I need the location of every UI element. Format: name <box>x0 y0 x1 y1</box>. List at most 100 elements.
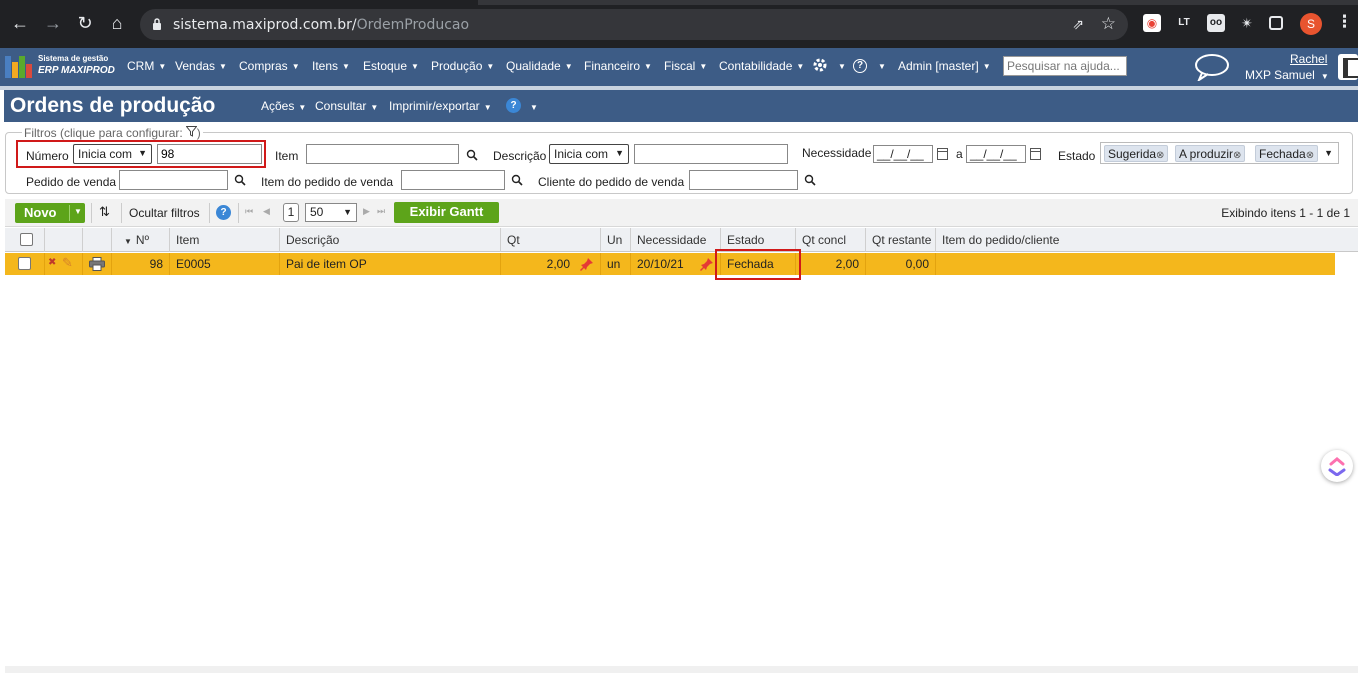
help-dropdown[interactable]: ▼ <box>526 99 538 113</box>
chevron-down-icon[interactable]: ▼ <box>1324 148 1333 158</box>
menu-acoes[interactable]: Ações ▼ <box>261 99 306 113</box>
refresh-icon[interactable]: ⇅ <box>99 204 110 220</box>
delete-icon[interactable]: ✖ <box>48 257 56 268</box>
column-header-descricao[interactable]: Descrição <box>280 228 501 252</box>
remove-chip-icon[interactable]: ⊗ <box>1233 150 1241 161</box>
row-checkbox[interactable] <box>18 257 31 270</box>
help-icon[interactable]: ? <box>853 59 867 73</box>
logo[interactable] <box>5 56 35 78</box>
profile-avatar[interactable]: S <box>1300 13 1322 35</box>
menu-financeiro[interactable]: Financeiro ▼ <box>584 59 652 73</box>
estado-chip[interactable]: Sugerida⊗ <box>1104 145 1169 162</box>
extension-icon[interactable]: ◉ <box>1143 14 1161 32</box>
descricao-input[interactable] <box>634 144 788 164</box>
novo-button[interactable]: Novo ▼ <box>15 203 85 223</box>
menu-contabilidade[interactable]: Contabilidade ▼ <box>719 59 804 73</box>
printer-icon[interactable] <box>89 257 105 271</box>
caret-down-icon[interactable]: ▼ <box>74 207 82 216</box>
puzzle-icon[interactable]: ✴ <box>1238 14 1256 32</box>
remove-chip-icon[interactable]: ⊗ <box>1306 150 1314 161</box>
gear-icon[interactable] <box>812 57 828 73</box>
chat-icon[interactable] <box>1194 53 1230 81</box>
column-header-item[interactable]: Item <box>170 228 280 252</box>
search-icon[interactable] <box>466 149 478 161</box>
menu-fiscal[interactable]: Fiscal ▼ <box>664 59 707 73</box>
next-page-icon[interactable]: ▶ <box>363 206 370 217</box>
chevron-down-icon: ▼ <box>615 148 624 158</box>
estado-chip[interactable]: Fechada⊗ <box>1255 145 1319 162</box>
menu-itens[interactable]: Itens ▼ <box>312 59 350 73</box>
extension-icon[interactable]: oo <box>1207 14 1225 32</box>
menu-crm[interactable]: CRM ▼ <box>127 59 166 73</box>
column-header-necessidade[interactable]: Necessidade <box>631 228 721 252</box>
estado-multiselect[interactable]: Sugerida⊗ A produzir⊗ Fechada⊗ ▼ <box>1100 142 1339 164</box>
languagetool-icon[interactable]: LT <box>1175 14 1193 32</box>
item-input[interactable] <box>306 144 459 164</box>
horizontal-scrollbar[interactable] <box>5 666 1358 673</box>
menu-estoque[interactable]: Estoque ▼ <box>363 59 419 73</box>
menu-consultar[interactable]: Consultar ▼ <box>315 99 378 113</box>
last-page-icon[interactable]: ⏭ <box>377 206 385 217</box>
pin-icon[interactable] <box>700 257 714 271</box>
address-bar[interactable]: sistema.maxiprod.com.br/OrdemProducao ⇗ … <box>140 9 1128 40</box>
menu-producao[interactable]: Produção ▼ <box>431 59 494 73</box>
numero-input[interactable] <box>157 144 262 164</box>
select-all-checkbox[interactable] <box>20 233 33 246</box>
necessidade-from-input[interactable]: __/__/__ <box>873 145 933 163</box>
calendar-icon[interactable] <box>937 148 948 160</box>
chip-label: A produzir <box>1179 147 1234 161</box>
pedido-input[interactable] <box>119 170 228 190</box>
numero-operator-select[interactable]: Inicia com ▼ <box>73 144 152 164</box>
item-pedido-input[interactable] <box>401 170 505 190</box>
user-name-link[interactable]: Rachel <box>1290 52 1327 66</box>
page-number-input[interactable]: 1 <box>283 203 299 222</box>
page-icon[interactable] <box>1338 54 1358 80</box>
column-header-qt-restante[interactable]: Qt restante <box>866 228 936 252</box>
active-tab[interactable] <box>478 0 1358 5</box>
page-size-select[interactable]: 50 ▼ <box>305 203 357 222</box>
search-icon[interactable] <box>804 174 816 186</box>
cliente-input[interactable] <box>689 170 798 190</box>
table-row[interactable]: ✖ ✎ 98 E0005 Pai de item OP 2,00 un 20/1… <box>5 253 1335 275</box>
column-header-qt-concl[interactable]: Qt concl <box>796 228 866 252</box>
column-header-numero[interactable]: ▼ Nº <box>112 228 170 252</box>
help-dropdown[interactable]: ▼ <box>874 59 886 73</box>
help-search-input[interactable]: Pesquisar na ajuda... <box>1003 56 1127 76</box>
floating-assistant-button[interactable] <box>1321 450 1353 482</box>
bookmark-star-icon[interactable]: ☆ <box>1101 14 1116 34</box>
ocultar-filtros-button[interactable]: Ocultar filtros <box>129 206 200 220</box>
back-icon[interactable]: ← <box>9 12 31 34</box>
edit-pencil-icon[interactable]: ✎ <box>62 255 73 271</box>
first-page-icon[interactable]: ⏮ <box>245 206 253 217</box>
pin-icon[interactable] <box>580 257 594 271</box>
necessidade-to-input[interactable]: __/__/__ <box>966 145 1026 163</box>
search-icon[interactable] <box>511 174 523 186</box>
calendar-icon[interactable] <box>1030 148 1041 160</box>
admin-menu[interactable]: Admin [master] ▼ <box>898 59 991 73</box>
prev-page-icon[interactable]: ◀ <box>263 206 270 217</box>
settings-dropdown[interactable]: ▼ <box>834 59 846 73</box>
help-icon[interactable]: ? <box>506 98 521 113</box>
remove-chip-icon[interactable]: ⊗ <box>1156 150 1164 161</box>
share-icon[interactable]: ⇗ <box>1072 16 1084 33</box>
column-header-qt[interactable]: Qt <box>501 228 601 252</box>
title-bar: Ordens de produção Ações ▼ Consultar ▼ Imp… <box>4 90 1358 122</box>
column-header-un[interactable]: Un <box>601 228 631 252</box>
exibir-gantt-button[interactable]: Exibir Gantt <box>394 202 499 223</box>
company-menu[interactable]: MXP Samuel ▼ <box>1245 68 1329 82</box>
chrome-menu-icon[interactable]: ⋮ <box>1336 12 1353 32</box>
home-icon[interactable]: ⌂ <box>106 12 128 34</box>
menu-compras[interactable]: Compras ▼ <box>239 59 300 73</box>
estado-chip[interactable]: A produzir⊗ <box>1175 145 1246 162</box>
menu-imprimir-exportar[interactable]: Imprimir/exportar ▼ <box>389 99 492 113</box>
column-header-item-pedido[interactable]: Item do pedido/cliente <box>936 228 1341 252</box>
sidepanel-icon[interactable] <box>1269 16 1283 30</box>
filters-legend[interactable]: Filtros (clique para configurar:) <box>22 126 203 140</box>
menu-vendas[interactable]: Vendas ▼ <box>175 59 227 73</box>
help-icon[interactable]: ? <box>216 205 231 220</box>
search-icon[interactable] <box>234 174 246 186</box>
forward-icon[interactable]: → <box>42 12 64 34</box>
menu-qualidade[interactable]: Qualidade ▼ <box>506 59 573 73</box>
descricao-operator-select[interactable]: Inicia com ▼ <box>549 144 629 164</box>
reload-icon[interactable]: ↻ <box>74 12 96 34</box>
